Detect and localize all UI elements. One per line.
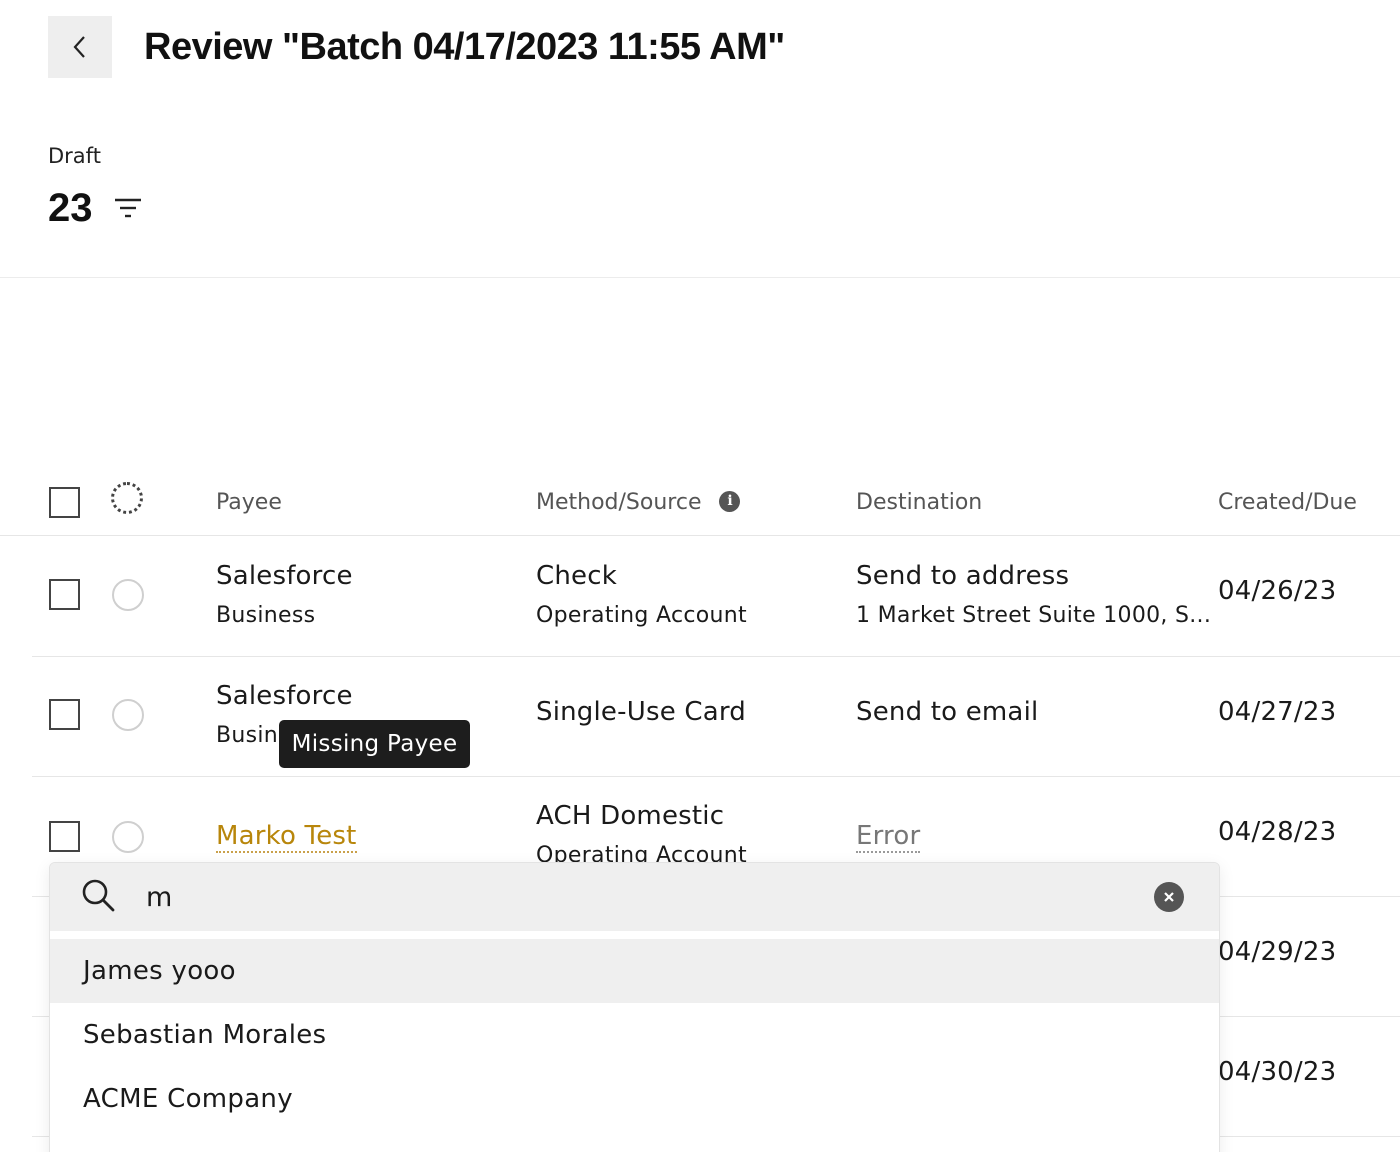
table-row[interactable]: Salesforce Busin Single-Use Card Send to…: [32, 657, 1400, 777]
destination: Send to email: [856, 697, 1039, 727]
column-header-destination[interactable]: Destination: [856, 490, 982, 515]
payee-option[interactable]: ACME C: [50, 1133, 1219, 1152]
payee-option[interactable]: Sebastian Morales: [50, 1003, 1219, 1067]
count-row: 23: [48, 186, 143, 231]
created-due-date: 04/28/23: [1218, 817, 1337, 847]
payee-name-missing[interactable]: Marko Test: [216, 821, 357, 853]
row-radio[interactable]: [112, 579, 144, 611]
row-radio[interactable]: [112, 821, 144, 853]
method: ACH Domestic: [536, 801, 725, 831]
payee-type: Business: [216, 603, 316, 628]
created-due-date: 04/30/23: [1218, 1057, 1337, 1087]
row-radio[interactable]: [112, 699, 144, 731]
created-due-date: 04/26/23: [1218, 576, 1337, 606]
page-header: Review "Batch 04/17/2023 11:55 AM": [0, 0, 1400, 100]
payee-type: Busin: [216, 723, 279, 748]
payee-option[interactable]: ACME Company: [50, 1067, 1219, 1131]
column-header-created-due[interactable]: Created/Due: [1218, 490, 1357, 515]
table-header: Payee Method/Source i Destination Created…: [0, 460, 1400, 536]
search-bar: [50, 863, 1219, 931]
close-icon: [1164, 892, 1174, 902]
column-header-method-source[interactable]: Method/Source i: [536, 490, 741, 515]
chevron-left-icon: [73, 36, 85, 58]
payee-name[interactable]: Salesforce: [216, 681, 353, 711]
destination: Send to address: [856, 561, 1070, 591]
method: Single-Use Card: [536, 697, 746, 727]
clear-search-button[interactable]: [1154, 882, 1184, 912]
row-checkbox[interactable]: [49, 821, 80, 852]
destination-error[interactable]: Error: [856, 821, 921, 853]
row-checkbox[interactable]: [49, 579, 80, 610]
filter-button[interactable]: [113, 194, 143, 224]
source: Operating Account: [536, 603, 747, 628]
column-header-payee[interactable]: Payee: [216, 490, 282, 515]
payee-name[interactable]: Salesforce: [216, 561, 353, 591]
payee-search-dropdown: James yooo Sebastian Morales ACME Compan…: [49, 862, 1220, 1152]
filter-icon: [114, 198, 141, 217]
created-due-date: 04/27/23: [1218, 697, 1337, 727]
table-row[interactable]: Salesforce Business Check Operating Acco…: [32, 537, 1400, 657]
created-due-date: 04/29/23: [1218, 937, 1337, 967]
status-dashed-icon: [111, 482, 143, 514]
select-all-checkbox[interactable]: [49, 487, 80, 518]
back-button[interactable]: [48, 16, 112, 78]
search-icon: [82, 879, 115, 912]
payment-count: 23: [48, 186, 93, 230]
row-checkbox[interactable]: [49, 699, 80, 730]
page-title: Review "Batch 04/17/2023 11:55 AM": [144, 26, 785, 68]
destination-address: 1 Market Street Suite 1000, S...: [856, 603, 1212, 628]
section-divider: [0, 277, 1400, 278]
payee-search-input[interactable]: [146, 873, 1126, 921]
payee-option[interactable]: James yooo: [50, 939, 1219, 1003]
method: Check: [536, 561, 617, 591]
status-label: Draft: [48, 144, 101, 168]
info-icon[interactable]: i: [719, 490, 741, 512]
missing-payee-tooltip: Missing Payee: [279, 720, 470, 768]
status-block: Draft: [48, 144, 101, 168]
column-header-method-source-label: Method/Source: [536, 490, 702, 515]
